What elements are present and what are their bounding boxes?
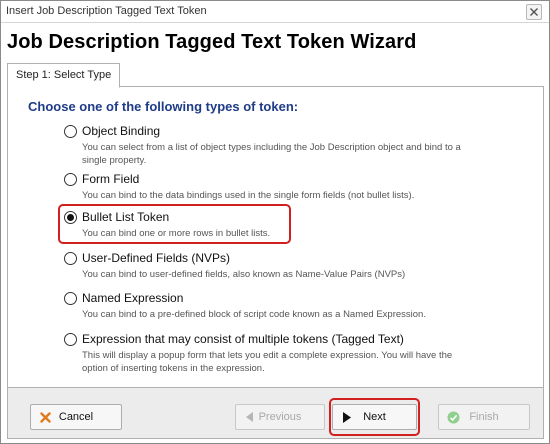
tab-strip: Step 1: Select Type <box>7 63 544 88</box>
tab-step-1[interactable]: Step 1: Select Type <box>7 63 121 88</box>
section-heading: Choose one of the following types of tok… <box>28 99 299 114</box>
option-description-line: You can bind to the data bindings used i… <box>82 190 415 201</box>
option-description: You can bind to the data bindings used i… <box>82 189 524 202</box>
option-label: Expression that may consist of multiple … <box>82 332 404 346</box>
option-bullet-list-token[interactable]: Bullet List Token You can bind one or mo… <box>64 209 524 240</box>
previous-button[interactable]: Previous <box>235 404 325 430</box>
radio-object-binding[interactable] <box>64 124 77 138</box>
option-form-field[interactable]: Form Field You can bind to the data bind… <box>64 171 524 202</box>
option-description-line: option of inserting tokens in the expres… <box>82 363 265 374</box>
option-label: User-Defined Fields (NVPs) <box>82 251 231 265</box>
title-bar: Insert Job Description Tagged Text Token <box>1 1 549 23</box>
option-description: This will display a popup form that lets… <box>82 349 524 375</box>
cancel-button[interactable]: Cancel <box>30 404 122 430</box>
option-label: Bullet List Token <box>82 210 170 224</box>
option-user-defined-fields[interactable]: User-Defined Fields (NVPs) You can bind … <box>64 250 524 281</box>
radio-user-defined-fields[interactable] <box>64 251 77 265</box>
triangle-left-icon <box>243 410 257 424</box>
radio-tagged-text-expression[interactable] <box>64 332 77 346</box>
option-description-line: You can bind to a pre-defined block of s… <box>82 309 426 320</box>
radio-form-field[interactable] <box>64 172 77 186</box>
option-label: Named Expression <box>82 291 184 305</box>
cancel-x-icon <box>38 410 52 424</box>
option-named-expression[interactable]: Named Expression You can bind to a pre-d… <box>64 290 524 321</box>
window-title: Insert Job Description Tagged Text Token <box>6 5 207 17</box>
option-description: You can bind one or more rows in bullet … <box>82 227 524 240</box>
option-description: You can bind to a pre-defined block of s… <box>82 308 524 321</box>
finish-button[interactable]: Finish <box>438 404 530 430</box>
close-button[interactable] <box>526 4 542 20</box>
option-description-line: You can bind to user-defined fields, als… <box>82 269 406 280</box>
option-description-line: single property. <box>82 155 147 166</box>
option-label: Form Field <box>82 172 140 186</box>
option-object-binding[interactable]: Object Binding You can select from a lis… <box>64 123 524 167</box>
triangle-right-icon <box>340 410 354 424</box>
wizard-title: Job Description Tagged Text Token Wizard <box>7 31 417 53</box>
option-tagged-text-expression[interactable]: Expression that may consist of multiple … <box>64 331 524 375</box>
radio-named-expression[interactable] <box>64 291 77 305</box>
option-description: You can select from a list of object typ… <box>82 141 524 167</box>
option-label: Object Binding <box>82 124 161 138</box>
step-content: Choose one of the following types of tok… <box>7 87 544 387</box>
check-circle-icon <box>446 410 460 424</box>
next-button[interactable]: Next <box>332 404 417 430</box>
option-description-line: You can select from a list of object typ… <box>82 142 461 153</box>
button-bar: Cancel Previous Next Finish <box>7 387 544 439</box>
option-description-line: This will display a popup form that lets… <box>82 350 453 361</box>
wizard-window: Insert Job Description Tagged Text Token… <box>0 0 550 444</box>
option-description-line: You can bind one or more rows in bullet … <box>82 228 271 239</box>
close-icon <box>530 8 538 16</box>
option-description: You can bind to user-defined fields, als… <box>82 268 524 281</box>
radio-bullet-list-token[interactable] <box>64 210 77 224</box>
